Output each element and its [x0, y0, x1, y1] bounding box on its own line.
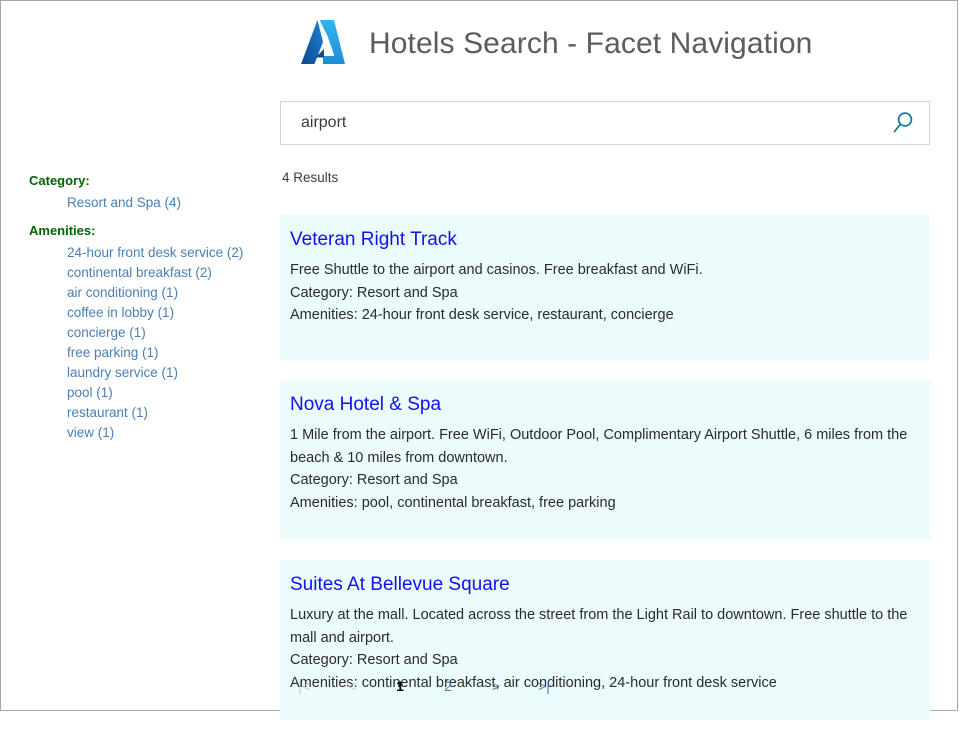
azure-logo-icon	[293, 15, 353, 75]
page-header: Hotels Search - Facet Navigation	[1, 1, 957, 89]
list-item: laundry service (1)	[67, 363, 265, 383]
list-item: continental breakfast (2)	[67, 263, 265, 283]
facet-link-continental-breakfast[interactable]: continental breakfast (2)	[67, 263, 212, 283]
result-card[interactable]: Veteran Right Track Free Shuttle to the …	[280, 215, 930, 360]
list-item: 24-hour front desk service (2)	[67, 243, 265, 263]
pagination-last[interactable]: >|	[520, 676, 568, 696]
list-item: concierge (1)	[67, 323, 265, 343]
facet-link-24-hour-front-desk-service[interactable]: 24-hour front desk service (2)	[67, 243, 243, 263]
facet-navigation: Category: Resort and Spa (4) Amenities: …	[29, 171, 265, 451]
result-title-link[interactable]: Nova Hotel & Spa	[290, 392, 920, 418]
facet-link-restaurant[interactable]: restaurant (1)	[67, 403, 148, 423]
pagination-page-1: 1	[376, 676, 424, 696]
list-item: free parking (1)	[67, 343, 265, 363]
facet-link-concierge[interactable]: concierge (1)	[67, 323, 146, 343]
result-amenities: Amenities: 24-hour front desk service, r…	[290, 304, 920, 327]
pagination-first: |<	[280, 676, 328, 696]
facet-link-pool[interactable]: pool (1)	[67, 383, 113, 403]
facet-group-category: Category: Resort and Spa (4)	[29, 171, 265, 213]
list-item: Resort and Spa (4)	[67, 193, 265, 213]
results-column: 4 Results Veteran Right Track Free Shutt…	[280, 169, 930, 740]
pagination-next[interactable]: >	[472, 676, 520, 696]
search-box[interactable]	[280, 101, 930, 145]
list-item: air conditioning (1)	[67, 283, 265, 303]
list-item: coffee in lobby (1)	[67, 303, 265, 323]
facet-link-free-parking[interactable]: free parking (1)	[67, 343, 159, 363]
result-title-link[interactable]: Suites At Bellevue Square	[290, 572, 920, 598]
result-card[interactable]: Suites At Bellevue Square Luxury at the …	[280, 560, 930, 720]
result-category: Category: Resort and Spa	[290, 282, 920, 305]
result-description: 1 Mile from the airport. Free WiFi, Outd…	[290, 424, 908, 469]
facet-link-view[interactable]: view (1)	[67, 423, 114, 443]
result-card[interactable]: Nova Hotel & Spa 1 Mile from the airport…	[280, 380, 930, 540]
search-icon	[890, 110, 916, 136]
app-page: Hotels Search - Facet Navigation Categor…	[0, 0, 958, 711]
facet-heading-category: Category:	[29, 171, 265, 191]
search-input[interactable]	[281, 102, 881, 144]
facet-heading-amenities: Amenities:	[29, 221, 265, 241]
facet-link-coffee-in-lobby[interactable]: coffee in lobby (1)	[67, 303, 174, 323]
facet-link-resort-and-spa[interactable]: Resort and Spa (4)	[67, 193, 181, 213]
facet-link-laundry-service[interactable]: laundry service (1)	[67, 363, 178, 383]
result-category: Category: Resort and Spa	[290, 649, 920, 672]
result-description: Luxury at the mall. Located across the s…	[290, 604, 908, 649]
pagination-prev: <	[328, 676, 376, 696]
list-item: restaurant (1)	[67, 403, 265, 423]
results-count: 4 Results	[282, 169, 930, 187]
facet-link-air-conditioning[interactable]: air conditioning (1)	[67, 283, 178, 303]
pagination-page-2[interactable]: 2	[424, 676, 472, 696]
result-description: Free Shuttle to the airport and casinos.…	[290, 259, 908, 282]
pagination: |<<12>>|	[280, 676, 930, 696]
page-title: Hotels Search - Facet Navigation	[369, 24, 812, 64]
facet-list-category: Resort and Spa (4)	[29, 193, 265, 213]
result-title-link[interactable]: Veteran Right Track	[290, 227, 920, 253]
list-item: pool (1)	[67, 383, 265, 403]
list-item: view (1)	[67, 423, 265, 443]
facet-list-amenities: 24-hour front desk service (2) continent…	[29, 243, 265, 443]
result-amenities: Amenities: pool, continental breakfast, …	[290, 492, 920, 515]
result-category: Category: Resort and Spa	[290, 469, 920, 492]
search-button[interactable]	[885, 107, 921, 139]
facet-group-amenities: Amenities: 24-hour front desk service (2…	[29, 221, 265, 443]
